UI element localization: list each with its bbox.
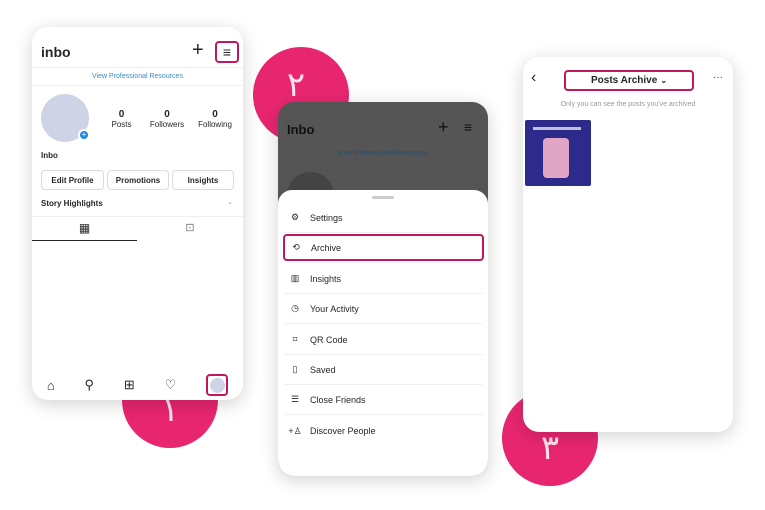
edit-profile-button[interactable]: Edit Profile	[41, 170, 104, 190]
menu-item-settings[interactable]: ⚙ Settings	[284, 203, 482, 233]
menu-item-archive[interactable]: ⟲ Archive	[283, 234, 484, 261]
gear-icon: ⚙	[290, 212, 300, 222]
more-options-icon[interactable]: ···	[713, 72, 723, 83]
menu-screen: Inbo + ≡ View Professional Resources ⚙ Se…	[278, 102, 488, 476]
archive-screen: ‹ Posts Archive ⌄ ··· Only you can see th…	[523, 57, 733, 432]
search-icon[interactable]: ⚲	[85, 377, 95, 393]
archive-subtitle: Only you can see the posts you've archiv…	[560, 101, 696, 108]
username: inbo	[41, 44, 71, 60]
new-post-icon: +	[438, 117, 449, 137]
add-person-icon: +♙	[288, 425, 302, 436]
list-icon: ☰	[290, 394, 300, 404]
menu-item-saved[interactable]: ▯ Saved	[284, 355, 482, 385]
professional-resources-link: View Professional Resources	[337, 150, 429, 157]
archive-title: Posts Archive	[590, 75, 658, 86]
menu-item-label: Settings	[310, 212, 343, 223]
activity-icon: ◷	[291, 303, 299, 313]
stat-followers[interactable]: 0 Followers	[144, 109, 190, 129]
menu-item-your-activity[interactable]: ◷ Your Activity	[284, 294, 482, 324]
username: Inbo	[287, 122, 315, 137]
bottom-nav: ⌂ ⚲ ⊞ ♡	[32, 373, 243, 397]
new-post-icon[interactable]: +	[192, 39, 204, 62]
grid-tab[interactable]: ▦	[32, 217, 137, 241]
chevron-down-icon[interactable]: ⌄	[227, 198, 233, 206]
menu-item-insights[interactable]: ▥ Insights	[284, 264, 482, 294]
step-number: ٣	[540, 428, 560, 468]
tagged-tab[interactable]: ⊡	[137, 217, 243, 241]
menu-item-label: Saved	[310, 364, 336, 375]
bar-chart-icon: ▥	[290, 273, 300, 283]
heart-icon[interactable]: ♡	[165, 377, 177, 393]
bottom-sheet: ⚙ Settings ⟲ Archive ▥ Insights ◷ Your Activ…	[278, 190, 488, 476]
stat-posts[interactable]: 0 Posts	[104, 109, 139, 129]
archived-post-thumbnail[interactable]	[525, 120, 591, 186]
back-icon[interactable]: ‹	[531, 69, 536, 87]
menu-item-label: Your Activity	[310, 303, 359, 314]
avatar-icon	[209, 377, 225, 393]
display-name: Inbo	[41, 151, 58, 160]
add-story-icon[interactable]: +	[78, 129, 90, 141]
insights-button[interactable]: Insights	[172, 170, 234, 190]
menu-item-close-friends[interactable]: ☰ Close Friends	[284, 385, 482, 415]
menu-button[interactable]: ≡	[215, 41, 239, 63]
drag-handle[interactable]	[372, 196, 394, 199]
archive-icon: ⟲	[292, 242, 300, 252]
menu-item-label: Insights	[310, 273, 342, 284]
menu-item-qr-code[interactable]: ⌗ QR Code	[284, 325, 482, 355]
promotions-button[interactable]: Promotions	[107, 170, 169, 190]
story-highlights[interactable]: Story Highlights	[41, 199, 103, 208]
menu-item-label: Archive	[311, 242, 342, 253]
professional-resources-link[interactable]: View Professional Resources	[32, 73, 243, 80]
menu-item-label: Discover People	[310, 426, 376, 436]
menu-item-label: QR Code	[310, 334, 348, 345]
menu-item-label: Close Friends	[310, 394, 366, 405]
step-number: ٢	[286, 65, 306, 105]
menu-item-discover-people[interactable]: +♙ Discover People	[284, 416, 482, 446]
home-icon[interactable]: ⌂	[47, 378, 55, 393]
profile-tab-button[interactable]	[206, 374, 229, 396]
qr-code-icon: ⌗	[292, 334, 298, 344]
stat-following[interactable]: 0 Following	[192, 109, 238, 129]
archive-type-dropdown[interactable]: Posts Archive ⌄	[564, 70, 694, 91]
add-post-icon[interactable]: ⊞	[124, 377, 135, 393]
bookmark-icon: ▯	[292, 364, 298, 374]
menu-icon: ≡	[464, 119, 473, 135]
profile-screen: inbo + ≡ View Professional Resources + 0…	[32, 27, 243, 400]
chevron-down-icon: ⌄	[660, 76, 668, 85]
